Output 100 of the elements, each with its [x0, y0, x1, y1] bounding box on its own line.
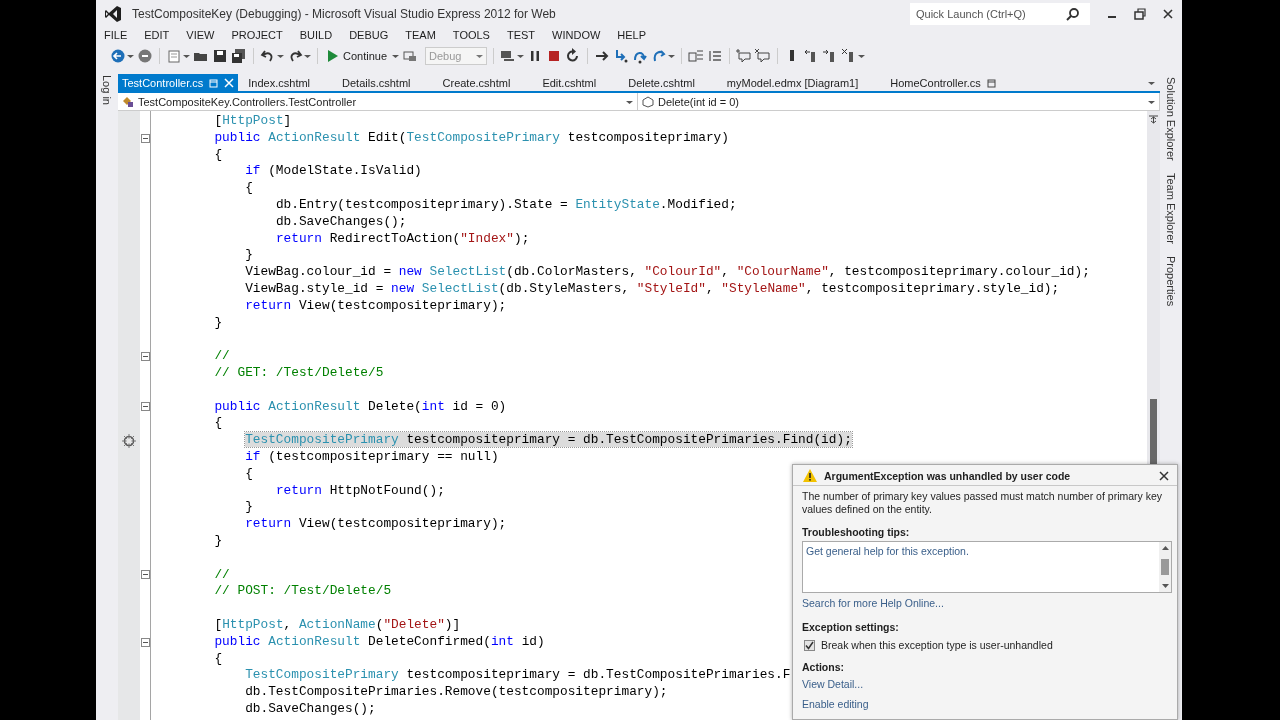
code-line: } [213, 314, 223, 332]
close-icon[interactable] [1159, 470, 1169, 481]
document-tab[interactable]: Create.cshtml [438, 74, 515, 91]
code-line: db.SaveChanges(); [274, 213, 407, 231]
step-out-icon[interactable] [651, 48, 668, 64]
menu-item[interactable]: TEAM [405, 29, 436, 41]
document-tab[interactable]: TestController.cs [118, 74, 239, 91]
document-tab[interactable]: Edit.cshtml [538, 74, 601, 91]
menu-item[interactable]: VIEW [186, 29, 215, 41]
code-line: public ActionResult DeleteConfirmed(int id) [213, 633, 545, 651]
checkbox-label: Break when this exception type is user-unhandled [821, 639, 1053, 651]
checkbox[interactable] [804, 639, 815, 651]
type-dropdown[interactable]: TestCompositeKey.Controllers.TestController [118, 93, 638, 110]
comment-add-icon[interactable] [736, 48, 753, 64]
class-icon [122, 95, 134, 108]
play-icon [328, 50, 338, 62]
member-dropdown[interactable]: Delete(int id = 0) [638, 93, 1160, 110]
action-link[interactable]: View Detail... [802, 678, 864, 690]
code-line: TestCompositePrimary testcompositeprimary = db.TestCompositePrimaries.F [244, 667, 791, 685]
help-link[interactable]: Search for more Help Online... [802, 597, 944, 609]
menu-item[interactable]: WINDOW [552, 29, 601, 41]
menu-item[interactable]: TEST [506, 29, 536, 41]
save-all-icon[interactable] [231, 48, 247, 64]
code-line: return View(testcompositeprimary); [244, 516, 507, 533]
code-line: { [213, 146, 223, 164]
forward-icon[interactable] [137, 48, 153, 64]
window-title: TestCompositeKey (Debugging) - Microsoft Visual Studio Express 2012 for Web [132, 6, 556, 21]
code-line: // POST: /Test/Delete/5 [213, 583, 392, 601]
warning-icon [803, 469, 817, 482]
attach-icon[interactable] [402, 48, 419, 64]
restore-icon[interactable] [1133, 6, 1147, 21]
section-heading: Exception settings: [802, 621, 899, 633]
menu-item[interactable]: BUILD [299, 29, 333, 41]
side-tab[interactable]: Solution Explorer [1165, 77, 1177, 161]
search-icon[interactable] [1066, 6, 1080, 21]
scrollbar[interactable] [1159, 542, 1171, 592]
code-line: db.TestCompositePrimaries.Remove(testcompositeprimary); [244, 684, 668, 701]
code-line: if (ModelState.IsValid) [244, 163, 422, 181]
code-line: // GET: /Test/Delete/5 [213, 364, 384, 382]
document-tab[interactable]: Index.cshtml [244, 74, 315, 91]
section-heading: Troubleshooting tips: [802, 526, 910, 538]
code-line: return View(testcompositeprimary); [244, 297, 507, 315]
code-line: } [213, 532, 223, 550]
scroll-up-icon[interactable] [1161, 545, 1169, 551]
collapse-icon[interactable] [140, 637, 150, 647]
save-icon[interactable] [212, 48, 228, 64]
menu-item[interactable]: HELP [617, 29, 647, 41]
code-line: } [244, 499, 253, 517]
collapse-icon[interactable] [140, 352, 150, 362]
code-line: } [244, 247, 253, 265]
code-line: public ActionResult Delete(int id = 0) [213, 398, 507, 416]
scroll-thumb[interactable] [1150, 399, 1157, 465]
code-line: db.SaveChanges(); [244, 700, 376, 718]
quick-launch-box[interactable]: Quick Launch (Ctrl+Q) [910, 2, 1090, 25]
code-line: db.Entry(testcompositeprimary).State = EntityState.Modified; [274, 197, 737, 214]
threads-icon[interactable] [500, 48, 517, 64]
close-icon[interactable] [1161, 6, 1175, 21]
pin-icon[interactable] [986, 77, 996, 88]
menu-item[interactable]: FILE [104, 29, 128, 41]
code-line: if (testcompositeprimary == null) [244, 448, 499, 466]
document-tab[interactable]: Details.cshtml [338, 74, 415, 91]
split-icon[interactable] [1148, 115, 1159, 124]
menu-item[interactable]: EDIT [144, 29, 170, 41]
code-line: [HttpPost] [213, 113, 292, 130]
scroll-thumb[interactable] [1161, 559, 1169, 575]
pin-icon[interactable] [209, 77, 219, 88]
side-tab[interactable]: Log in [101, 75, 113, 105]
code-line: // [213, 566, 230, 584]
menu-item[interactable]: TOOLS [452, 29, 490, 41]
document-tab[interactable]: HomeController.cs [886, 74, 1000, 91]
code-line: { [244, 465, 253, 483]
continue-button[interactable]: Continue [324, 48, 392, 64]
help-link[interactable]: Get general help for this exception. [806, 545, 969, 557]
code-line: ViewBag.colour_id = new SelectList(db.ColorMasters, "ColourId", "ColourName", testcompositeprimary.colour_id); [244, 264, 1090, 281]
code-line: { [244, 180, 253, 197]
action-link[interactable]: Enable editing [802, 698, 869, 710]
collapse-icon[interactable] [140, 402, 150, 412]
document-tab[interactable]: myModel.edmx [Diagram1] [722, 74, 863, 91]
code-line: return HttpNotFound(); [274, 482, 445, 500]
comment-remove-icon[interactable] [755, 48, 772, 64]
side-tab[interactable]: Team Explorer [1165, 172, 1177, 244]
collapse-icon[interactable] [140, 570, 150, 580]
scroll-down-icon[interactable] [1161, 583, 1169, 589]
section-heading: Actions: [802, 661, 844, 673]
code-line: { [213, 650, 223, 668]
method-icon [642, 95, 654, 108]
code-line: { [213, 415, 223, 433]
side-tab[interactable]: Properties [1165, 255, 1177, 306]
vs-logo-icon [104, 4, 122, 23]
popup-title: ArgumentException was unhandled by user code [824, 469, 1072, 482]
outline-icon[interactable] [707, 48, 724, 64]
menu-item[interactable]: DEBUG [349, 29, 389, 41]
code-line: ViewBag.style_id = new SelectList(db.StyleMasters, "StyleId", "StyleName", testcompositeprimary.style_id); [244, 280, 1060, 298]
document-tab[interactable]: Delete.cshtml [624, 74, 699, 91]
check-icon [805, 640, 814, 650]
step-into-icon[interactable] [613, 48, 630, 64]
exception-message: The number of primary key values passed must match number of primary key values defined on the entity. [802, 490, 1164, 516]
collapse-icon[interactable] [140, 133, 150, 143]
menu-item[interactable]: PROJECT [231, 29, 283, 41]
back-icon[interactable] [110, 48, 126, 64]
